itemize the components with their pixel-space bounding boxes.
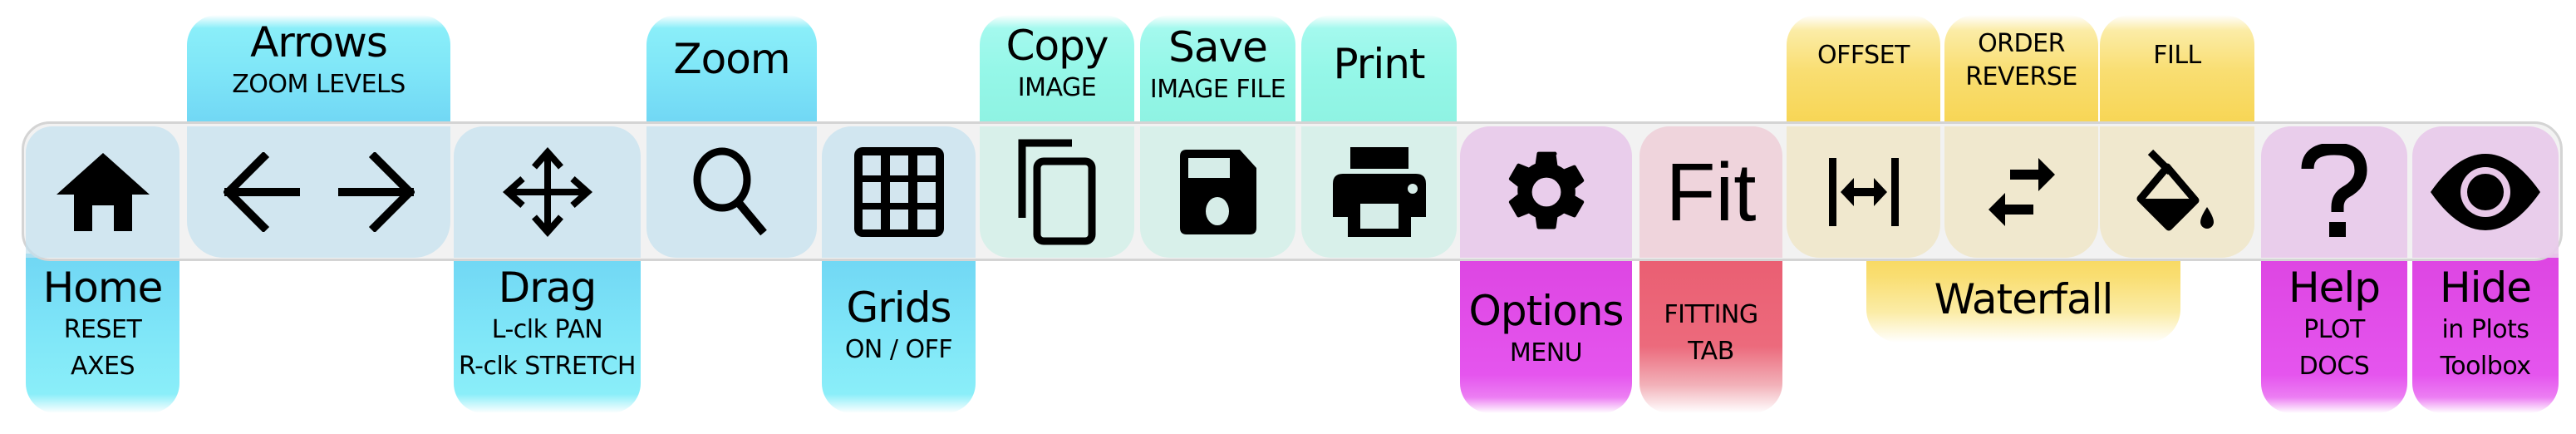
print-title: Print <box>1333 40 1425 88</box>
fit-subtitle-1: FITTING <box>1664 300 1758 329</box>
hide-title: Hide <box>2440 264 2532 312</box>
copy-subtitle: IMAGE <box>1017 73 1097 102</box>
drag-subtitle-1: L-clk PAN <box>491 315 603 344</box>
order-subtitle-1: ORDER <box>1978 29 2065 58</box>
options-title: Options <box>1468 287 1625 335</box>
options-button[interactable] <box>1460 126 1632 258</box>
home-subtitle-1: RESET <box>63 315 142 344</box>
zoom-button[interactable] <box>646 126 817 258</box>
home-button[interactable] <box>26 126 179 258</box>
fit-label: FITTING TAB <box>1639 254 1782 413</box>
eye-icon <box>2431 154 2540 230</box>
gear-icon <box>1508 151 1584 229</box>
copy-button[interactable] <box>980 126 1134 258</box>
print-label: Print <box>1301 15 1457 126</box>
magnifier-icon <box>693 147 767 236</box>
offset-icon <box>1828 158 1899 226</box>
offset-button[interactable] <box>1787 126 1940 258</box>
help-subtitle-2: DOCS <box>2298 352 2370 381</box>
fit-subtitle-2: TAB <box>1688 337 1734 366</box>
grids-button[interactable] <box>822 126 976 258</box>
options-subtitle: MENU <box>1509 338 1583 367</box>
drag-title: Drag <box>498 264 597 312</box>
arrows-title: Arrows <box>250 18 388 67</box>
fit-button-label: Fit <box>1665 146 1757 238</box>
printer-icon <box>1332 147 1426 237</box>
drag-button[interactable] <box>454 126 641 258</box>
print-button[interactable] <box>1301 126 1457 258</box>
order-subtitle-2: REVERSE <box>1965 62 2077 91</box>
fill-button[interactable] <box>2100 126 2254 258</box>
zoom-label: Zoom <box>646 15 817 126</box>
arrow-right-icon[interactable] <box>337 152 415 232</box>
fit-button[interactable]: Fit <box>1639 126 1782 258</box>
move-icon <box>502 146 592 238</box>
help-subtitle-1: PLOT <box>2303 315 2365 344</box>
fill-label: FILL <box>2100 15 2254 126</box>
save-button[interactable] <box>1140 126 1295 258</box>
home-subtitle-2: AXES <box>70 352 135 381</box>
copy-label: Copy IMAGE <box>980 15 1134 126</box>
home-label: Home RESET AXES <box>26 254 179 413</box>
grids-title: Grids <box>846 284 952 332</box>
question-mark-icon <box>2301 144 2367 237</box>
options-label: Options MENU <box>1460 254 1632 413</box>
order-label: ORDER REVERSE <box>1944 15 2098 126</box>
hide-button[interactable] <box>2412 126 2559 258</box>
arrows-subtitle: ZOOM LEVELS <box>232 70 406 99</box>
arrows-label: Arrows ZOOM LEVELS <box>187 15 450 126</box>
offset-label: OFFSET <box>1787 15 1940 126</box>
drag-subtitle-2: R-clk STRETCH <box>459 352 636 381</box>
grids-label: Grids ON / OFF <box>822 254 976 413</box>
grid-icon <box>853 147 944 237</box>
help-title: Help <box>2288 264 2381 312</box>
arrow-left-icon[interactable] <box>223 152 300 232</box>
copy-title: Copy <box>1005 22 1109 70</box>
swap-arrows-icon <box>1988 158 2055 226</box>
home-title: Home <box>42 264 164 312</box>
save-title: Save <box>1168 23 1268 72</box>
floppy-disk-icon <box>1179 150 1256 234</box>
home-icon <box>56 153 150 231</box>
save-subtitle: IMAGE FILE <box>1149 75 1286 104</box>
copy-icon <box>1018 139 1096 245</box>
grids-subtitle: ON / OFF <box>844 335 953 364</box>
save-label: Save IMAGE FILE <box>1140 15 1295 126</box>
drag-label: Drag L-clk PAN R-clk STRETCH <box>454 254 641 413</box>
hide-label: Hide in Plots Toolbox <box>2412 254 2559 413</box>
hide-subtitle-2: Toolbox <box>2440 352 2532 381</box>
arrows-button[interactable] <box>187 126 450 258</box>
waterfall-title: Waterfall <box>1934 275 2114 323</box>
help-label: Help PLOT DOCS <box>2261 254 2407 413</box>
paint-bucket-icon <box>2136 149 2214 231</box>
help-button[interactable] <box>2261 126 2407 258</box>
hide-subtitle-1: in Plots <box>2441 315 2529 344</box>
order-reverse-button[interactable] <box>1944 126 2098 258</box>
fill-subtitle: FILL <box>2153 41 2201 70</box>
offset-subtitle: OFFSET <box>1817 41 1910 70</box>
zoom-title: Zoom <box>673 35 790 83</box>
